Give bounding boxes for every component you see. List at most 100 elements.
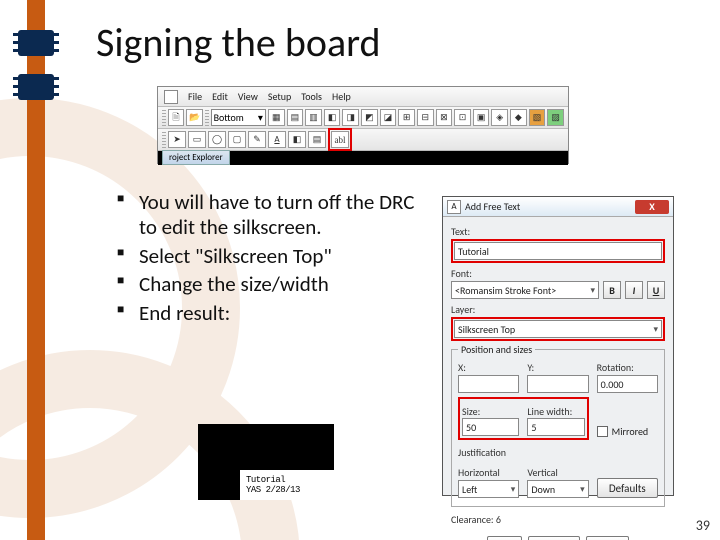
vert-select[interactable]: Down <box>527 480 588 498</box>
position-group: Position and sizes X: Y: Rotation: 0.000 <box>451 349 665 507</box>
toolbar-icon[interactable]: ▭ <box>188 131 206 148</box>
bullet-item: End result: <box>117 301 422 326</box>
slide-title: Signing the board <box>96 18 381 67</box>
toolbar-cursor-icon[interactable]: ➤ <box>168 131 186 148</box>
project-explorer-title: roject Explorer <box>162 150 230 165</box>
text-input-value: Tutorial <box>458 245 489 258</box>
rotation-label: Rotation: <box>597 361 658 374</box>
toolbar-icon[interactable]: ⊟ <box>417 109 434 126</box>
text-tool-highlight: abl <box>328 128 352 151</box>
add-text-button[interactable]: abl <box>331 131 349 148</box>
toolbar-icon[interactable]: ◪ <box>380 109 397 126</box>
layer-select-value: Silkscreen Top <box>458 323 515 336</box>
menu-setup[interactable]: Setup <box>268 90 291 103</box>
y-label: Y: <box>527 361 588 374</box>
bullet-item: You will have to turn off the DRC to edi… <box>117 190 422 240</box>
toolbar-icon[interactable]: ◧ <box>324 109 341 126</box>
help-button[interactable]: Help <box>586 536 629 540</box>
defaults-button[interactable]: Defaults <box>597 478 658 498</box>
toolbar-icon[interactable]: ▤ <box>287 109 304 126</box>
toolbar-icon[interactable]: ◯ <box>208 131 226 148</box>
horiz-select[interactable]: Left <box>458 480 519 498</box>
size-input[interactable]: 50 <box>462 418 519 436</box>
toolbar-icon[interactable]: ▧ <box>529 109 546 126</box>
bullet-item: Change the size/width <box>117 272 422 297</box>
mirrored-label: Mirrored <box>612 425 649 438</box>
x-label: X: <box>458 361 519 374</box>
toolbar-new-icon[interactable]: 🗎 <box>168 109 185 126</box>
clearance-label: Clearance: 6 <box>451 513 665 526</box>
layer-combo-value: Bottom <box>214 111 244 124</box>
menu-edit[interactable]: Edit <box>212 90 228 103</box>
linewidth-label: Line width: <box>527 405 584 418</box>
app-icon <box>164 90 178 104</box>
grip-icon <box>162 132 166 148</box>
result-screenshot: Tutorial YAS 2/28/13 <box>198 424 334 500</box>
group-title: Position and sizes <box>458 343 535 356</box>
font-select-value: <Romansim Stroke Font> <box>455 284 556 297</box>
justification-label: Justification <box>458 446 658 459</box>
text-tool-icon: A <box>447 200 461 214</box>
size-label: Size: <box>462 405 519 418</box>
layer-select[interactable]: Silkscreen Top <box>454 320 662 338</box>
menu-tools[interactable]: Tools <box>301 90 322 103</box>
page-number: 39 <box>696 517 710 534</box>
dialog-titlebar: A Add Free Text X <box>443 197 673 217</box>
chip-icon-top <box>18 30 54 56</box>
toolbar-icon[interactable]: ▨ <box>547 109 564 126</box>
menu-help[interactable]: Help <box>332 90 351 103</box>
italic-button[interactable]: I <box>625 281 643 299</box>
linewidth-input[interactable]: 5 <box>527 418 584 436</box>
result-line1: Tutorial <box>246 475 285 485</box>
text-label: Text: <box>451 225 665 238</box>
toolbar-icon[interactable]: ⊞ <box>398 109 415 126</box>
toolbar-icon[interactable]: ✎ <box>248 131 266 148</box>
toolbar-row-2: ➤ ▭ ◯ ▢ ✎ A ◧ ▤ abl <box>158 129 568 151</box>
cancel-button[interactable]: Cancel <box>528 536 580 540</box>
toolbar-icon[interactable]: ▤ <box>308 131 326 148</box>
underline-button[interactable]: U <box>647 281 665 299</box>
x-input[interactable] <box>458 375 519 393</box>
toolbar-icon[interactable]: ▢ <box>228 131 246 148</box>
toolbar-icon[interactable]: ⊠ <box>436 109 453 126</box>
toolbar-icon[interactable]: ▦ <box>268 109 285 126</box>
toolbar-icon[interactable]: ▥ <box>305 109 322 126</box>
bold-button[interactable]: B <box>603 281 621 299</box>
toolbar-icon[interactable]: ▣ <box>473 109 490 126</box>
bullet-item: Select "Silkscreen Top" <box>117 244 422 269</box>
layer-label: Layer: <box>451 303 665 316</box>
rotation-input[interactable]: 0.000 <box>597 375 658 393</box>
size-width-highlight: Size: 50 Line width: 5 <box>458 397 589 440</box>
close-icon[interactable]: X <box>635 200 669 214</box>
menu-file[interactable]: File <box>188 90 202 103</box>
toolbar-screenshot: File Edit View Setup Tools Help 🗎 📂 Bott… <box>157 86 569 164</box>
mirrored-checkbox[interactable] <box>597 426 608 437</box>
grip-icon <box>205 110 209 126</box>
toolbar-open-icon[interactable]: 📂 <box>186 109 203 126</box>
menu-view[interactable]: View <box>238 90 258 103</box>
toolbar-icon[interactable]: ◈ <box>491 109 508 126</box>
text-input[interactable]: Tutorial <box>454 242 662 260</box>
dialog-title: Add Free Text <box>465 200 520 213</box>
toolbar-icon[interactable]: ◨ <box>342 109 359 126</box>
toolbar-icon[interactable]: ◆ <box>510 109 527 126</box>
layer-field-highlight: Silkscreen Top <box>451 317 665 341</box>
toolbar-icon[interactable]: ⊡ <box>454 109 471 126</box>
font-select[interactable]: <Romansim Stroke Font> <box>451 281 599 299</box>
chip-icon-bottom <box>18 74 54 100</box>
toolbar-icon[interactable]: ◧ <box>288 131 306 148</box>
toolbar-icon[interactable]: A <box>268 131 286 148</box>
text-field-highlight: Tutorial <box>451 239 665 263</box>
slide: Signing the board File Edit View Setup T… <box>0 0 720 540</box>
vert-label: Vertical <box>527 466 588 479</box>
result-line2: YAS 2/28/13 <box>246 485 300 495</box>
font-label: Font: <box>451 267 665 280</box>
horiz-label: Horizontal <box>458 466 519 479</box>
ok-button[interactable]: OK <box>487 536 522 540</box>
menu-bar: File Edit View Setup Tools Help <box>158 87 568 107</box>
layer-combo[interactable]: Bottom▾ <box>211 109 266 126</box>
bullet-list: You will have to turn off the DRC to edi… <box>117 190 422 330</box>
toolbar-row-1: 🗎 📂 Bottom▾ ▦ ▤ ▥ ◧ ◨ ◩ ◪ ⊞ ⊟ ⊠ ⊡ ▣ ◈ ◆ … <box>158 107 568 129</box>
toolbar-icon[interactable]: ◩ <box>361 109 378 126</box>
y-input[interactable] <box>527 375 588 393</box>
